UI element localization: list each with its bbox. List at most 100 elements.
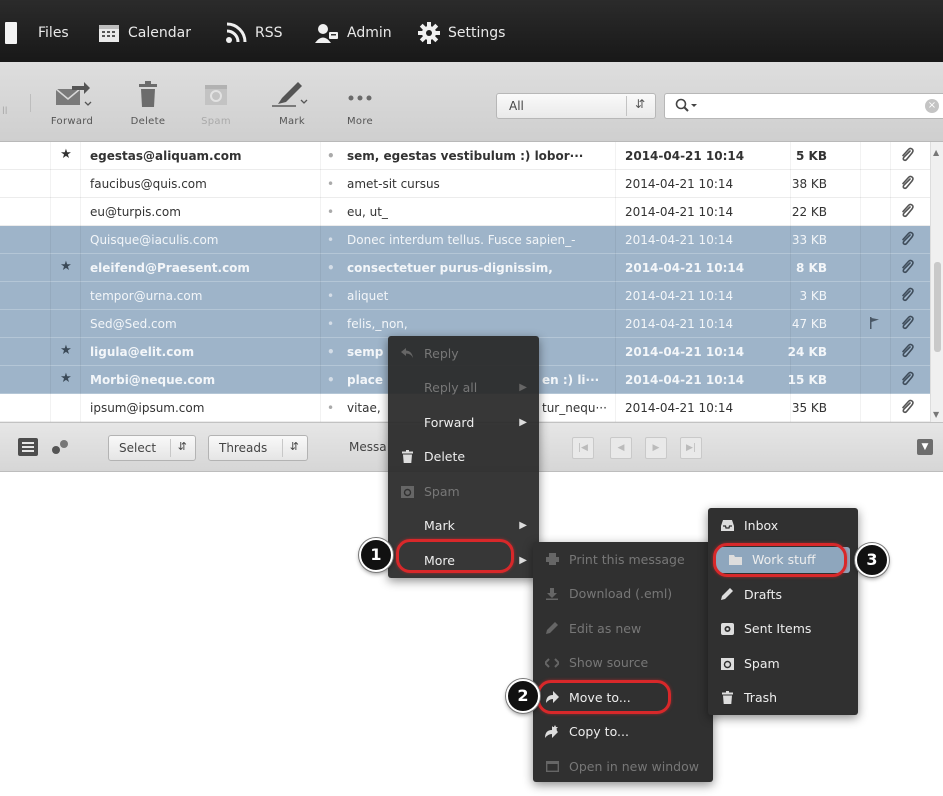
list-options-icon[interactable] bbox=[18, 438, 38, 460]
pencil-icon bbox=[720, 588, 734, 600]
nav-rss[interactable]: RSS bbox=[225, 20, 283, 46]
column-divider bbox=[50, 338, 51, 366]
table-row[interactable]: ★ egestas@aliquam.com • sem, egestas vestib… bbox=[0, 142, 930, 170]
column-divider bbox=[320, 226, 321, 254]
context-menu-reply[interactable]: Reply bbox=[388, 336, 539, 370]
table-row[interactable]: tempor@urna.com • aliquet 2014-04-21 10:14 3… bbox=[0, 282, 930, 310]
context-menu-forward[interactable]: Forward ▶ bbox=[388, 405, 539, 439]
message-date: 2014-04-21 10:14 bbox=[625, 345, 745, 359]
folder-inbox[interactable]: Inbox bbox=[708, 508, 858, 542]
message-sender: Quisque@iaculis.com bbox=[90, 233, 219, 247]
more-menu-download-eml[interactable]: Download (.eml) bbox=[533, 577, 713, 611]
nav-files[interactable]: Files bbox=[38, 20, 69, 46]
clear-search-icon[interactable]: × bbox=[925, 99, 939, 113]
star-icon[interactable]: ★ bbox=[58, 147, 74, 162]
star-icon[interactable]: ★ bbox=[58, 343, 74, 358]
mail-icon[interactable] bbox=[5, 22, 17, 44]
context-menu-reply-all[interactable]: Reply all ▶ bbox=[388, 371, 539, 405]
reply-icon bbox=[400, 348, 414, 358]
table-row[interactable]: ★ eleifend@Praesent.com • consectetuer puru… bbox=[0, 254, 930, 282]
last-page-icon[interactable]: ▶| bbox=[680, 437, 702, 459]
message-sender: faucibus@quis.com bbox=[90, 177, 207, 191]
more-dots-icon bbox=[345, 80, 375, 112]
spam-icon bbox=[720, 657, 734, 670]
scroll-up-icon[interactable]: ▲ bbox=[933, 148, 939, 157]
search-icon[interactable] bbox=[675, 98, 699, 118]
reply-all-button-partial[interactable]: ll bbox=[2, 106, 8, 117]
spam-button[interactable]: Spam bbox=[186, 80, 246, 136]
message-size: 15 KB bbox=[787, 373, 827, 387]
message-date: 2014-04-21 10:14 bbox=[625, 233, 734, 247]
message-sender: Morbi@neque.com bbox=[90, 373, 216, 387]
message-subject: aliquet bbox=[347, 289, 389, 303]
star-icon[interactable]: ★ bbox=[58, 371, 74, 386]
context-menu-mark[interactable]: Mark ▶ bbox=[388, 509, 539, 543]
next-page-icon[interactable]: ▶ bbox=[645, 437, 667, 459]
column-divider bbox=[80, 142, 81, 170]
select-dropdown[interactable]: Select ⇵ bbox=[108, 435, 196, 461]
message-date: 2014-04-21 10:14 bbox=[625, 317, 734, 331]
trash-icon bbox=[400, 450, 414, 463]
attachment-icon bbox=[900, 287, 916, 306]
more-menu-open-in-new-window[interactable]: Open in new window bbox=[533, 749, 713, 783]
attachment-icon bbox=[900, 231, 916, 250]
folder-spam[interactable]: Spam bbox=[708, 646, 858, 680]
message-size: 5 KB bbox=[796, 149, 827, 163]
more-menu-show-source[interactable]: Show source bbox=[533, 646, 713, 680]
rss-icon bbox=[225, 22, 247, 44]
table-row[interactable]: Quisque@iaculis.com • Donec interdum tellu… bbox=[0, 226, 930, 254]
column-divider bbox=[50, 310, 51, 338]
message-size: 8 KB bbox=[796, 261, 827, 275]
menu-item-label: Sent Items bbox=[744, 621, 812, 636]
scroll-down-icon[interactable]: ▼ bbox=[933, 410, 939, 419]
more-menu-copy-to[interactable]: Copy to... bbox=[533, 715, 713, 749]
message-sender: ipsum@ipsum.com bbox=[90, 401, 205, 415]
toolbar-divider bbox=[30, 94, 31, 112]
message-size: 33 KB bbox=[791, 233, 827, 247]
flag-icon[interactable] bbox=[870, 317, 884, 332]
table-row[interactable]: faucibus@quis.com • amet-sit cursus 2014-04… bbox=[0, 170, 930, 198]
prev-page-icon[interactable]: ◀ bbox=[610, 437, 632, 459]
message-subject: amet-sit cursus bbox=[347, 177, 440, 191]
list-scrollbar[interactable]: ▲ ▼ bbox=[930, 142, 943, 422]
attachment-icon bbox=[900, 399, 916, 418]
folder-trash[interactable]: Trash bbox=[708, 681, 858, 715]
thread-icon[interactable] bbox=[50, 439, 72, 459]
column-divider bbox=[860, 366, 861, 394]
mark-button[interactable]: Mark bbox=[258, 80, 318, 136]
table-row[interactable]: eu@turpis.com • eu, ut_ 2014-04-21 10:14 22 … bbox=[0, 198, 930, 226]
first-page-icon[interactable]: |◀ bbox=[572, 437, 594, 459]
threads-dropdown[interactable]: Threads ⇵ bbox=[208, 435, 308, 461]
delete-button[interactable]: Delete bbox=[118, 80, 178, 136]
forward-button[interactable]: Forward bbox=[42, 80, 102, 136]
nav-admin[interactable]: Admin bbox=[315, 20, 392, 46]
nav-settings[interactable]: Settings bbox=[418, 20, 505, 46]
more-button[interactable]: More bbox=[330, 80, 390, 136]
nav-calendar[interactable]: Calendar bbox=[98, 20, 191, 46]
search-box[interactable]: × bbox=[664, 93, 943, 119]
message-size: 47 KB bbox=[791, 317, 827, 331]
folder-sent-items[interactable]: Sent Items bbox=[708, 612, 858, 646]
search-input[interactable] bbox=[705, 96, 905, 116]
highlight-work-stuff bbox=[713, 543, 847, 577]
updown-arrow-icon: ⇵ bbox=[634, 97, 645, 111]
message-count: Messa bbox=[349, 440, 387, 454]
more-menu-print-this-message[interactable]: Print this message bbox=[533, 542, 713, 576]
expand-preview-icon[interactable]: ▼ bbox=[917, 439, 933, 455]
column-divider bbox=[890, 198, 891, 226]
thread-dot: • bbox=[327, 345, 335, 359]
filter-select[interactable]: All ⇵ bbox=[496, 93, 656, 119]
context-menu-spam[interactable]: Spam bbox=[388, 474, 539, 508]
context-menu-delete[interactable]: Delete bbox=[388, 440, 539, 474]
scrollbar-thumb[interactable] bbox=[934, 262, 941, 352]
menu-item-label: Spam bbox=[424, 483, 460, 499]
table-row[interactable]: Sed@Sed.com • felis,_non, 2014-04-21 10:14 4… bbox=[0, 310, 930, 338]
column-divider bbox=[860, 310, 861, 338]
more-menu-edit-as-new[interactable]: Edit as new bbox=[533, 611, 713, 645]
window-icon bbox=[545, 760, 559, 772]
star-icon[interactable]: ★ bbox=[58, 259, 74, 274]
callout-3: 3 bbox=[855, 543, 889, 577]
callout-1: 1 bbox=[359, 538, 393, 572]
column-divider bbox=[860, 394, 861, 422]
folder-drafts[interactable]: Drafts bbox=[708, 577, 858, 611]
